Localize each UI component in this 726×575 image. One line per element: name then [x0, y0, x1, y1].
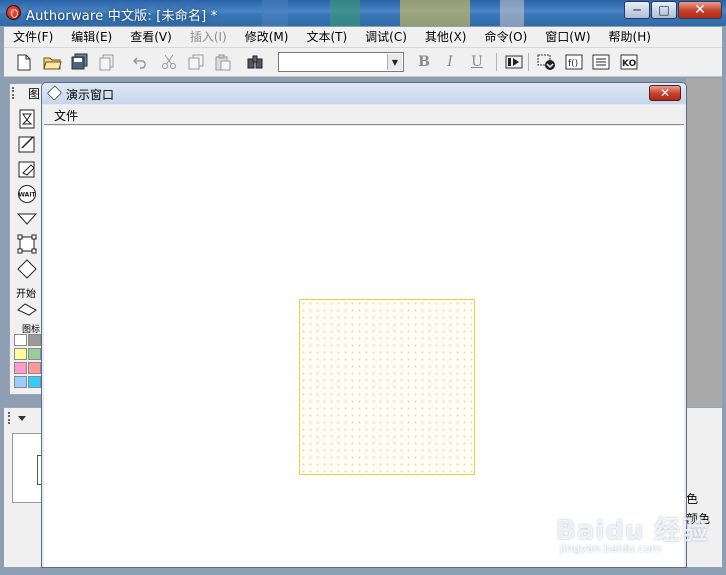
- menu-item[interactable]: 修改(M): [236, 27, 298, 48]
- navigate-icon[interactable]: [16, 208, 38, 230]
- desktop-icon-blur: [500, 0, 524, 26]
- color-swatch[interactable]: [14, 376, 27, 388]
- side-panel-text: 色: [686, 492, 699, 506]
- cut-icon[interactable]: [159, 52, 179, 72]
- window-title: Authorware 中文版: [未命名] *: [26, 9, 218, 24]
- close-icon: ✕: [659, 86, 671, 100]
- maximize-icon: □: [658, 3, 670, 17]
- color-swatch[interactable]: [14, 362, 27, 374]
- run-icon[interactable]: [504, 52, 524, 72]
- presentation-window: 演示窗口 ✕ 文件: [41, 82, 687, 568]
- animation-icon[interactable]: [16, 133, 38, 155]
- control-panel-icon[interactable]: [536, 52, 556, 72]
- close-button[interactable]: ✕: [678, 1, 722, 19]
- icon-palette: 图 WAIT 开始 图标: [9, 83, 45, 395]
- color-swatch[interactable]: [28, 362, 41, 374]
- minimize-button[interactable]: ─: [624, 1, 650, 19]
- toolbar-separator: [496, 53, 497, 71]
- knowledge-objects-icon[interactable]: KO: [619, 52, 639, 72]
- toolbar-separator: [528, 53, 529, 71]
- presentation-close-button[interactable]: ✕: [649, 85, 681, 101]
- display-icon[interactable]: [16, 108, 38, 130]
- decision-icon[interactable]: [16, 258, 38, 280]
- presentation-window-title-bar[interactable]: 演示窗口 ✕: [42, 83, 686, 104]
- close-icon: ✕: [694, 2, 706, 18]
- color-swatch[interactable]: [28, 334, 41, 346]
- menu-item[interactable]: 编辑(E): [62, 27, 121, 48]
- rectangle-object[interactable]: [299, 299, 475, 475]
- paste-icon[interactable]: [213, 52, 233, 72]
- wait-label: WAIT: [18, 192, 36, 199]
- color-swatch[interactable]: [28, 376, 41, 388]
- minimize-icon: ─: [633, 3, 641, 17]
- workspace-background: [686, 78, 722, 408]
- import-icon[interactable]: [97, 52, 117, 72]
- authorware-window: Authorware 中文版: [未命名] * ─ □ ✕ 文件(F) 编辑(E)…: [0, 0, 726, 575]
- desktop-icon-blur: [400, 0, 470, 26]
- chevron-down-icon[interactable]: ▼: [387, 54, 402, 70]
- erase-icon[interactable]: [16, 158, 38, 180]
- menu-item[interactable]: 其他(X): [416, 27, 476, 48]
- color-swatch[interactable]: [28, 348, 41, 360]
- color-swatch[interactable]: [14, 348, 27, 360]
- panel-grip[interactable]: [8, 412, 12, 424]
- menu-item[interactable]: 命令(O): [475, 27, 536, 48]
- desktop-icon-blur: [262, 0, 288, 26]
- menu-bar: 文件(F) 编辑(E) 查看(V) 插入(I) 修改(M) 文本(T) 调试(C) 其他(X)…: [4, 27, 722, 48]
- italic-button[interactable]: I: [440, 52, 460, 72]
- find-icon[interactable]: [246, 52, 266, 72]
- menu-item[interactable]: 查看(V): [121, 27, 181, 48]
- presentation-window-icon: [46, 85, 63, 101]
- maximize-button[interactable]: □: [651, 1, 677, 19]
- menu-item[interactable]: 插入(I): [181, 27, 236, 48]
- interaction-icon[interactable]: [16, 298, 38, 320]
- svg-text:f(): f(): [568, 59, 578, 69]
- variables-icon[interactable]: [591, 52, 611, 72]
- caption-buttons: ─ □ ✕: [623, 1, 722, 19]
- wait-icon[interactable]: WAIT: [16, 183, 38, 205]
- undo-icon[interactable]: [131, 52, 151, 72]
- presentation-menu-file[interactable]: 文件: [54, 107, 78, 124]
- underline-button[interactable]: U: [467, 52, 487, 72]
- open-folder-icon[interactable]: [42, 52, 62, 72]
- menu-item[interactable]: 调试(C): [356, 27, 416, 48]
- svg-text:KO: KO: [622, 59, 637, 69]
- menu-item[interactable]: 文本(T): [297, 27, 356, 48]
- menu-item[interactable]: 窗口(W): [536, 27, 599, 48]
- palette-grip[interactable]: [12, 87, 16, 99]
- framework-icon[interactable]: [16, 233, 38, 255]
- functions-icon[interactable]: f(): [564, 52, 584, 72]
- toolbar: ▼ B I U f() KO: [4, 48, 722, 77]
- bold-button[interactable]: B: [414, 52, 434, 72]
- presentation-menu-bar: 文件: [44, 105, 684, 125]
- panel-dropdown-icon[interactable]: [18, 416, 26, 421]
- palette-title: 图: [28, 87, 41, 101]
- desktop-icon-blur: [330, 0, 360, 26]
- color-swatch[interactable]: [14, 334, 27, 346]
- menu-item[interactable]: 文件(F): [4, 27, 62, 48]
- presentation-window-title: 演示窗口: [66, 88, 115, 102]
- title-bar[interactable]: Authorware 中文版: [未命名] * ─ □ ✕: [0, 0, 726, 26]
- authorware-logo-icon: [6, 5, 21, 20]
- font-select[interactable]: ▼: [278, 52, 404, 72]
- new-file-icon[interactable]: [14, 52, 34, 72]
- save-all-icon[interactable]: [70, 52, 90, 72]
- copy-icon[interactable]: [186, 52, 206, 72]
- presentation-canvas[interactable]: [44, 126, 684, 567]
- side-panel-color-text: 颜色: [686, 512, 711, 526]
- menu-item[interactable]: 帮助(H): [600, 27, 660, 48]
